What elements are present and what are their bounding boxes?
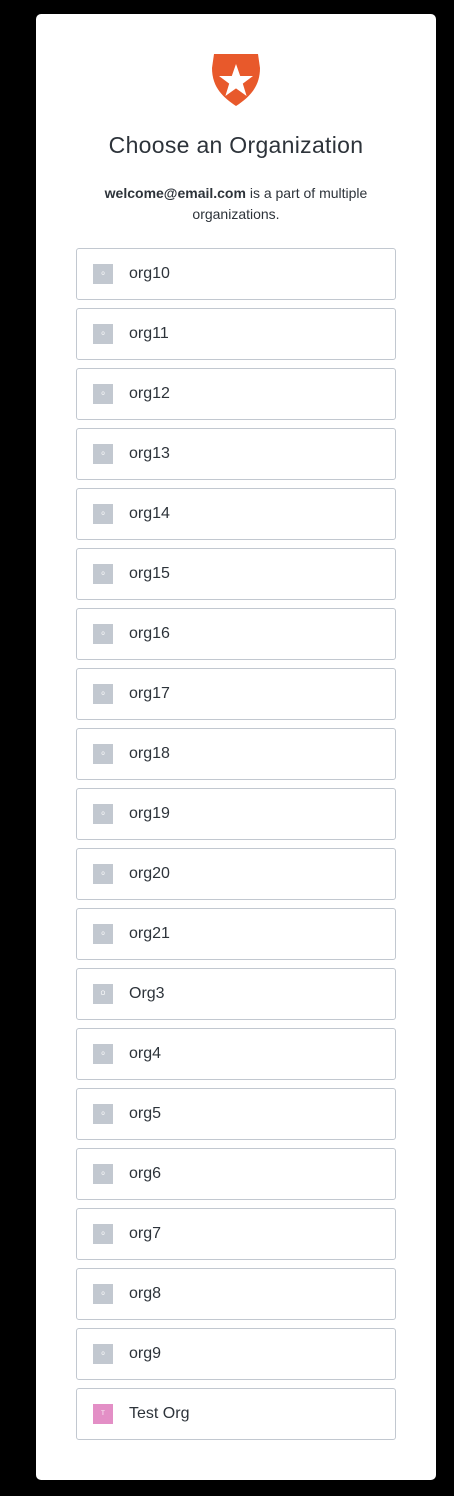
organization-avatar: o xyxy=(93,444,113,464)
organization-avatar: o xyxy=(93,684,113,704)
organization-item[interactable]: O Org3 xyxy=(76,968,396,1020)
organization-avatar: o xyxy=(93,924,113,944)
organization-name: org21 xyxy=(129,925,170,942)
organization-avatar: o xyxy=(93,324,113,344)
organization-item[interactable]: T Test Org xyxy=(76,1388,396,1440)
organization-item[interactable]: o org21 xyxy=(76,908,396,960)
organization-name: org5 xyxy=(129,1105,162,1122)
organization-avatar: o xyxy=(93,1224,113,1244)
organization-name: org18 xyxy=(129,745,170,762)
organization-avatar: o xyxy=(93,1164,113,1184)
organization-item[interactable]: o org4 xyxy=(76,1028,396,1080)
organization-item[interactable]: o org7 xyxy=(76,1208,396,1260)
organization-name: org16 xyxy=(129,625,170,642)
organization-name: org4 xyxy=(129,1045,162,1062)
organization-avatar: o xyxy=(93,864,113,884)
organization-avatar: o xyxy=(93,384,113,404)
organization-item[interactable]: o org11 xyxy=(76,308,396,360)
organization-name: Test Org xyxy=(129,1405,190,1422)
organization-item[interactable]: o org8 xyxy=(76,1268,396,1320)
organization-item[interactable]: o org18 xyxy=(76,728,396,780)
organization-item[interactable]: o org15 xyxy=(76,548,396,600)
organization-avatar: o xyxy=(93,804,113,824)
organization-avatar: o xyxy=(93,1104,113,1124)
organization-list: o org10 o org11 o org12 o org13 o org14 o org15 o org… xyxy=(76,248,396,1448)
organization-name: org10 xyxy=(129,265,170,282)
organization-item[interactable]: o org20 xyxy=(76,848,396,900)
organization-avatar: o xyxy=(93,1284,113,1304)
organization-name: org13 xyxy=(129,445,170,462)
organization-name: org17 xyxy=(129,685,170,702)
organization-name: org20 xyxy=(129,865,170,882)
organization-name: org8 xyxy=(129,1285,162,1302)
organization-name: org6 xyxy=(129,1165,162,1182)
organization-name: org14 xyxy=(129,505,170,522)
organization-name: org7 xyxy=(129,1225,162,1242)
organization-avatar: o xyxy=(93,744,113,764)
organization-avatar: o xyxy=(93,264,113,284)
organization-item[interactable]: o org19 xyxy=(76,788,396,840)
organization-item[interactable]: o org14 xyxy=(76,488,396,540)
auth0-shield-star-icon xyxy=(212,54,260,106)
login-card: Choose an Organization welcome@email.com… xyxy=(36,14,436,1480)
organization-item[interactable]: o org12 xyxy=(76,368,396,420)
organization-avatar: o xyxy=(93,1044,113,1064)
organization-avatar: O xyxy=(93,984,113,1004)
organization-item[interactable]: o org17 xyxy=(76,668,396,720)
organization-name: org9 xyxy=(129,1345,162,1362)
organization-avatar: o xyxy=(93,564,113,584)
organization-item[interactable]: o org10 xyxy=(76,248,396,300)
subtitle: welcome@email.com is a part of multiple … xyxy=(76,183,396,225)
organization-avatar: o xyxy=(93,504,113,524)
organization-item[interactable]: o org5 xyxy=(76,1088,396,1140)
organization-item[interactable]: o org6 xyxy=(76,1148,396,1200)
organization-avatar: T xyxy=(93,1404,113,1424)
organization-item[interactable]: o org16 xyxy=(76,608,396,660)
organization-name: Org3 xyxy=(129,985,165,1002)
user-email: welcome@email.com xyxy=(104,185,246,201)
organization-avatar: o xyxy=(93,624,113,644)
organization-item[interactable]: o org13 xyxy=(76,428,396,480)
organization-avatar: o xyxy=(93,1344,113,1364)
organization-name: org11 xyxy=(129,325,169,342)
organization-name: org15 xyxy=(129,565,170,582)
organization-name: org19 xyxy=(129,805,170,822)
organization-name: org12 xyxy=(129,385,170,402)
page-title: Choose an Organization xyxy=(108,132,364,158)
organization-item[interactable]: o org9 xyxy=(76,1328,396,1380)
